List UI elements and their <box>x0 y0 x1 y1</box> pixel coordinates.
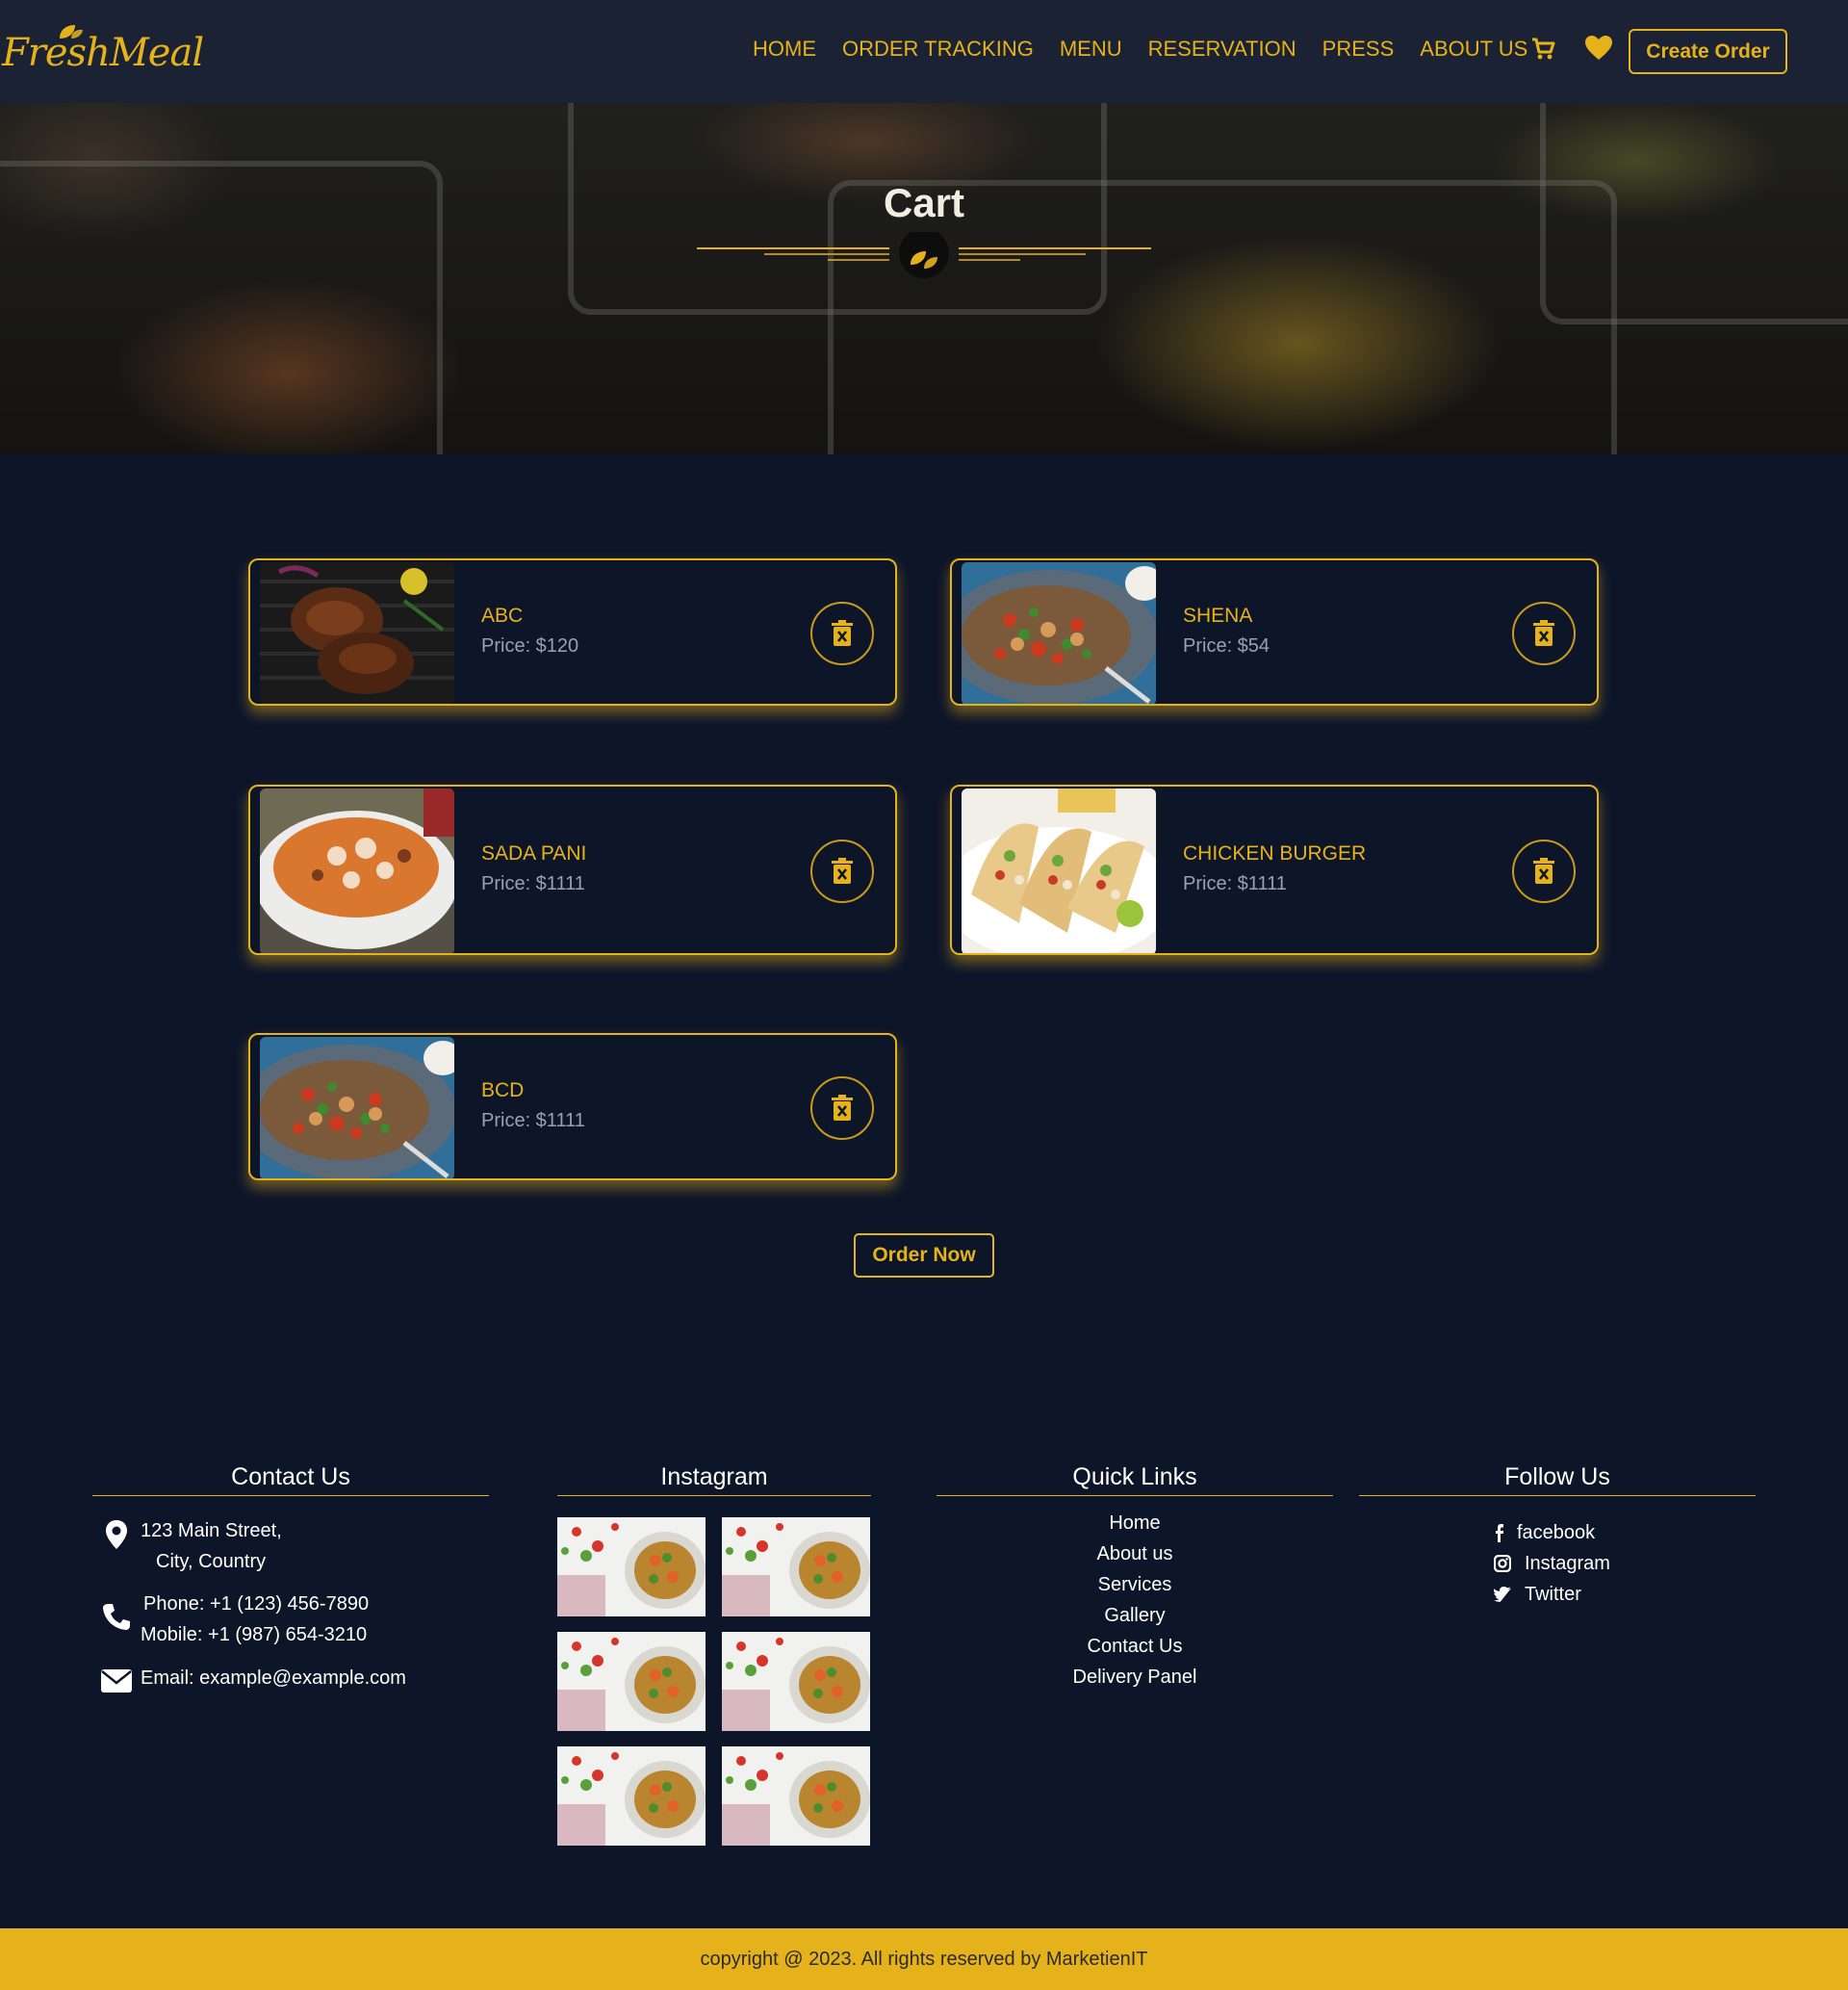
twitter-label: Twitter <box>1525 1584 1581 1605</box>
item-price: Price: $120 <box>481 635 579 657</box>
instagram-photo[interactable] <box>557 1517 706 1616</box>
nav-order-tracking[interactable]: ORDER TRACKING <box>842 37 1034 71</box>
delete-item-button[interactable] <box>810 840 874 903</box>
footer-link-gallery[interactable]: Gallery <box>937 1600 1333 1631</box>
delete-item-button[interactable] <box>1512 840 1576 903</box>
quick-links-heading: Quick Links <box>937 1463 1333 1496</box>
grilled-chicken-image <box>260 562 454 704</box>
cart-item-card: BCD Price: $1111 <box>248 1033 897 1180</box>
instagram-photo[interactable] <box>557 1632 706 1731</box>
instagram-photo[interactable] <box>722 1632 870 1731</box>
address-line-1: 123 Main Street, <box>141 1520 282 1541</box>
delete-item-button[interactable] <box>1512 602 1576 665</box>
create-order-button[interactable]: Create Order <box>1629 29 1787 74</box>
item-price: Price: $1111 <box>1183 873 1287 894</box>
title-divider <box>697 232 1151 278</box>
location-pin-icon <box>106 1520 127 1549</box>
order-now-button[interactable]: Order Now <box>854 1233 994 1278</box>
top-navbar: FreshMeal HOME ORDER TRACKING MENU RESER… <box>0 0 1848 103</box>
item-name: ABC <box>481 605 524 627</box>
twitter-icon <box>1494 1587 1511 1602</box>
facebook-icon <box>1496 1524 1503 1542</box>
footer-link-about[interactable]: About us <box>937 1538 1333 1569</box>
email-address[interactable]: Email: example@example.com <box>141 1663 406 1693</box>
footer-quick-links: Quick Links Home About us Services Galle… <box>937 1463 1333 1693</box>
phone-number[interactable]: Phone: +1 (123) 456-7890 <box>143 1589 369 1619</box>
footer-link-delivery-panel[interactable]: Delivery Panel <box>937 1662 1333 1693</box>
nav-about-us[interactable]: ABOUT US <box>1420 37 1527 71</box>
nav-reservation[interactable]: RESERVATION <box>1148 37 1296 71</box>
social-instagram[interactable]: Instagram <box>1494 1548 1610 1579</box>
item-name: SADA PANI <box>481 842 587 865</box>
footer-instagram: Instagram <box>557 1463 871 1846</box>
trash-icon <box>832 1095 853 1121</box>
nav-links: HOME ORDER TRACKING MENU RESERVATION PRE… <box>753 37 1553 71</box>
instagram-photo[interactable] <box>722 1517 870 1616</box>
footer-follow: Follow Us facebook Instagram Twitter <box>1359 1463 1756 1605</box>
tacos-plate-image <box>962 788 1156 953</box>
cart-item-card: SADA PANI Price: $1111 <box>248 785 897 955</box>
address-row: 123 Main Street, City, Country <box>92 1515 282 1577</box>
facebook-label: facebook <box>1517 1522 1596 1543</box>
footer-link-contact[interactable]: Contact Us <box>937 1631 1333 1662</box>
freshmeal-logo[interactable]: FreshMeal <box>0 21 204 81</box>
social-twitter[interactable]: Twitter <box>1494 1579 1610 1610</box>
trash-icon <box>832 620 853 646</box>
item-name: SHENA <box>1183 605 1253 627</box>
item-price: Price: $1111 <box>481 1110 585 1131</box>
mobile-number[interactable]: Mobile: +1 (987) 654-3210 <box>141 1619 369 1650</box>
copyright-bar: copyright @ 2023. All rights reserved by… <box>0 1928 1848 1990</box>
instagram-gallery <box>557 1517 871 1846</box>
item-price: Price: $54 <box>1183 635 1270 657</box>
hero-banner: Cart <box>0 103 1848 454</box>
delete-item-button[interactable] <box>810 1076 874 1140</box>
follow-heading: Follow Us <box>1359 1463 1756 1496</box>
phone-icon <box>103 1604 130 1630</box>
trash-icon <box>832 858 853 884</box>
nav-home[interactable]: HOME <box>753 37 816 71</box>
delete-item-button[interactable] <box>810 602 874 665</box>
nav-menu[interactable]: MENU <box>1060 37 1122 71</box>
instagram-photo[interactable] <box>722 1746 870 1846</box>
social-links: facebook Instagram Twitter <box>1494 1517 1610 1610</box>
soup-bowl-image <box>260 788 454 953</box>
nav-press[interactable]: PRESS <box>1322 37 1395 71</box>
heart-icon[interactable] <box>1584 35 1613 62</box>
cart-icon[interactable] <box>1530 37 1555 62</box>
instagram-photo[interactable] <box>557 1746 706 1846</box>
instagram-heading: Instagram <box>557 1463 871 1496</box>
logo-text: FreshMeal <box>2 31 204 75</box>
instagram-icon <box>1494 1555 1511 1572</box>
envelope-icon <box>101 1669 132 1693</box>
item-name: CHICKEN BURGER <box>1183 842 1367 865</box>
item-price: Price: $1111 <box>481 873 585 894</box>
footer-contact: Contact Us 123 Main Street, City, Countr… <box>92 1463 489 1693</box>
stir-fry-plate-image <box>260 1037 454 1178</box>
instagram-label: Instagram <box>1525 1553 1610 1574</box>
footer-link-services[interactable]: Services <box>937 1569 1333 1600</box>
contact-heading: Contact Us <box>92 1463 489 1496</box>
stir-fry-plate-image <box>962 562 1156 704</box>
item-name: BCD <box>481 1079 525 1101</box>
social-facebook[interactable]: facebook <box>1494 1517 1610 1548</box>
page-title: Cart <box>883 180 965 225</box>
quick-links-list: Home About us Services Gallery Contact U… <box>937 1496 1333 1693</box>
cart-item-card: CHICKEN BURGER Price: $1111 <box>950 785 1599 955</box>
email-row: Email: example@example.com <box>92 1663 406 1693</box>
phone-row: Phone: +1 (123) 456-7890 Mobile: +1 (987… <box>92 1589 369 1650</box>
cart-item-card: SHENA Price: $54 <box>950 558 1599 706</box>
address-line-2: City, Country <box>156 1551 267 1572</box>
cart-item-card: ABC Price: $120 <box>248 558 897 706</box>
trash-icon <box>1533 620 1554 646</box>
footer-link-home[interactable]: Home <box>937 1508 1333 1538</box>
trash-icon <box>1533 858 1554 884</box>
